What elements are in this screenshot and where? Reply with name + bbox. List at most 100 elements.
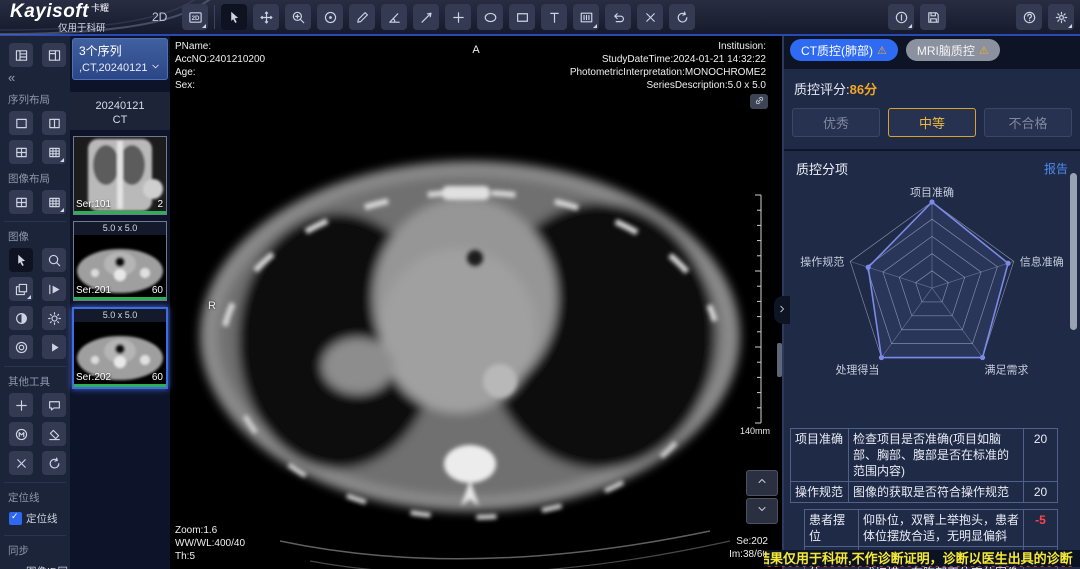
magnifier-tool-icon[interactable] — [42, 248, 66, 272]
study-item[interactable]: . 20240121 CT — [70, 92, 170, 130]
warning-icon: ⚠ — [979, 44, 989, 57]
brightness-tool-icon[interactable] — [42, 306, 66, 330]
svg-text:处理得当: 处理得当 — [835, 363, 879, 377]
reset-all-tool-icon[interactable] — [42, 451, 66, 475]
cine-step-tool-icon[interactable] — [42, 277, 66, 301]
delete-tool-icon[interactable] — [9, 451, 33, 475]
link-series-button[interactable] — [750, 94, 768, 109]
sidebar-section-label: 其他工具 — [8, 374, 70, 389]
help-icon[interactable] — [1016, 4, 1042, 30]
overlay-patient-info: PName: AccNO:2401210200 Age: Sex: — [175, 40, 265, 92]
measure-tool-icon[interactable] — [349, 4, 375, 30]
thumbnail-caption: 5.0 x 5.0 — [74, 222, 166, 235]
series-dropdown[interactable]: 3个序列 ,CT,20240121 — [72, 38, 168, 80]
save-icon[interactable] — [920, 4, 946, 30]
play-tool-icon[interactable] — [42, 335, 66, 359]
reset-view-tool-icon[interactable] — [669, 4, 695, 30]
info-icon[interactable] — [888, 4, 914, 30]
series-thumbnail-ser-101[interactable]: Ser:101 2 — [73, 136, 167, 215]
sync-checkbox-0[interactable]: 图像ID同步 — [0, 562, 70, 569]
qc-table-row: 患者摆位仰卧位，双臂上举抱头，患者体位摆放合适，无明显偏斜-5 — [805, 510, 1058, 547]
sidebar-section-label: 序列布局 — [8, 92, 70, 107]
marker-tool-icon[interactable] — [445, 4, 471, 30]
thumbnail-image-count: 60 — [152, 372, 163, 383]
angle-tool-icon[interactable] — [381, 4, 407, 30]
orientation-marker-anterior: A — [472, 44, 479, 57]
overlay-series-info: Se:202 Im:38/60 — [729, 535, 768, 561]
mark-tool-icon[interactable] — [9, 422, 33, 446]
cursor-tool-icon[interactable] — [9, 248, 33, 272]
qc-tab-1[interactable]: MRI脑质控 ⚠ — [906, 39, 1000, 61]
panel-scrollbar[interactable] — [1070, 173, 1077, 330]
overlay-study-info: Institusion: StudyDateTime:2024-01-21 14… — [570, 40, 766, 92]
sidebar-top-icons — [0, 36, 70, 67]
svg-text:信息准确: 信息准确 — [1020, 254, 1064, 268]
panel-layout-icon[interactable] — [9, 43, 33, 67]
image-layout-3x3-icon[interactable] — [42, 190, 66, 214]
comment-tool-icon[interactable] — [42, 393, 66, 417]
qc-tab-label: MRI脑质控 — [917, 42, 975, 59]
ruler-length-label: 140mm — [740, 426, 770, 436]
qc-score-label: 质控评分: — [794, 82, 850, 97]
eraser-tool-icon[interactable] — [42, 422, 66, 446]
cobb-angle-tool-icon[interactable] — [413, 4, 439, 30]
series-layout-3x3-icon[interactable] — [42, 140, 66, 164]
2d-mode-icon[interactable]: 2D — [182, 4, 208, 30]
zoom-in-tool-icon[interactable] — [285, 4, 311, 30]
image-layout-2x2-icon[interactable] — [9, 190, 33, 214]
target-tool-icon[interactable] — [9, 335, 33, 359]
thumbnail-series-label: Ser:101 — [76, 199, 111, 210]
scroll-up-button[interactable] — [746, 470, 778, 496]
toolbar-left-group: 2D — [182, 4, 695, 30]
series-thumbnail-ser-201[interactable]: 5.0 x 5.0Ser:20160 — [73, 221, 167, 301]
thumbnail-image-count: 60 — [152, 285, 163, 296]
qc-score-line: 质控评分:86分 — [784, 69, 1080, 102]
report-link[interactable]: 报告 — [1044, 160, 1068, 177]
qc-table-row: 项目准确检查项目是否准确(项目如脑部、胸部、腹部是否在标准的范围内容)20 — [791, 429, 1058, 482]
image-viewer[interactable]: PName: AccNO:2401210200 Age: Sex: A Inst… — [170, 36, 782, 569]
locator-checkbox-0[interactable]: 定位线 — [0, 509, 70, 528]
marker-plus-tool-icon[interactable] — [9, 393, 33, 417]
qc-grade-buttons: 优秀中等不合格 — [784, 102, 1080, 149]
thumbnail-loaded-bar — [74, 211, 166, 214]
window-level-tool-icon[interactable] — [317, 4, 343, 30]
qc-score-value: 86分 — [850, 82, 877, 97]
text-annotation-tool-icon[interactable] — [541, 4, 567, 30]
qc-tab-0[interactable]: CT质控(肺部)⚠ — [790, 39, 898, 61]
sidebar-section-label: 定位线 — [8, 490, 70, 505]
collapse-sidebar-button[interactable]: « — [0, 67, 70, 85]
grade-button-1[interactable]: 中等 — [888, 108, 976, 137]
svg-text:操作规范: 操作规范 — [800, 254, 844, 268]
series-thumbnail-ser-202[interactable]: 5.0 x 5.0 Ser:202 60 — [72, 307, 168, 389]
cursor-tool-icon[interactable] — [221, 4, 247, 30]
thumbnail-image-count: 2 — [157, 199, 163, 210]
thumbnail-loaded-bar — [74, 384, 166, 387]
qc-section-title: 质控分项 — [796, 159, 848, 178]
grade-button-2[interactable]: 不合格 — [984, 108, 1072, 137]
study-date: 20240121 — [70, 99, 170, 113]
series-layout-tool-icon[interactable] — [573, 4, 599, 30]
invert-tool-icon[interactable] — [9, 306, 33, 330]
series-layout-2x2-icon[interactable] — [9, 140, 33, 164]
series-layout-1x2-icon[interactable] — [42, 111, 66, 135]
scroll-down-button[interactable] — [746, 498, 778, 524]
rect-roi-tool-icon[interactable] — [509, 4, 535, 30]
series-count-label: 3个序列 — [79, 42, 161, 59]
undo-tool-icon[interactable] — [605, 4, 631, 30]
panel-expand-handle[interactable] — [774, 296, 790, 324]
thumbnail-series-label: Ser:202 — [76, 372, 111, 383]
ellipse-roi-tool-icon[interactable] — [477, 4, 503, 30]
chevron-down-icon — [756, 502, 768, 520]
disclaimer-marquee: 结果仅用于科研,不作诊断证明，诊断以医生出具的诊断 — [764, 550, 1080, 567]
series-layout-1x1-icon[interactable] — [9, 111, 33, 135]
settings-icon[interactable] — [1048, 4, 1074, 30]
pan-tool-icon[interactable] — [253, 4, 279, 30]
delete-annotation-tool-icon[interactable] — [637, 4, 663, 30]
thumbnail-caption: 5.0 x 5.0 — [74, 309, 166, 322]
top-toolbar: Kayisoft卡耀 仅用于科研 2D 2D — [0, 0, 1080, 36]
grade-button-0[interactable]: 优秀 — [792, 108, 880, 137]
flip-rotate-tool-icon[interactable] — [9, 277, 33, 301]
app-window: Kayisoft卡耀 仅用于科研 2D 2D « 序列布局图像布局图像其他工具定… — [0, 0, 1080, 569]
panel-export-icon[interactable] — [42, 43, 66, 67]
qc-panel: CT质控(肺部)⚠ MRI脑质控 ⚠ 质控评分:86分 优秀中等不合格 质控分项 报… — [784, 36, 1080, 569]
